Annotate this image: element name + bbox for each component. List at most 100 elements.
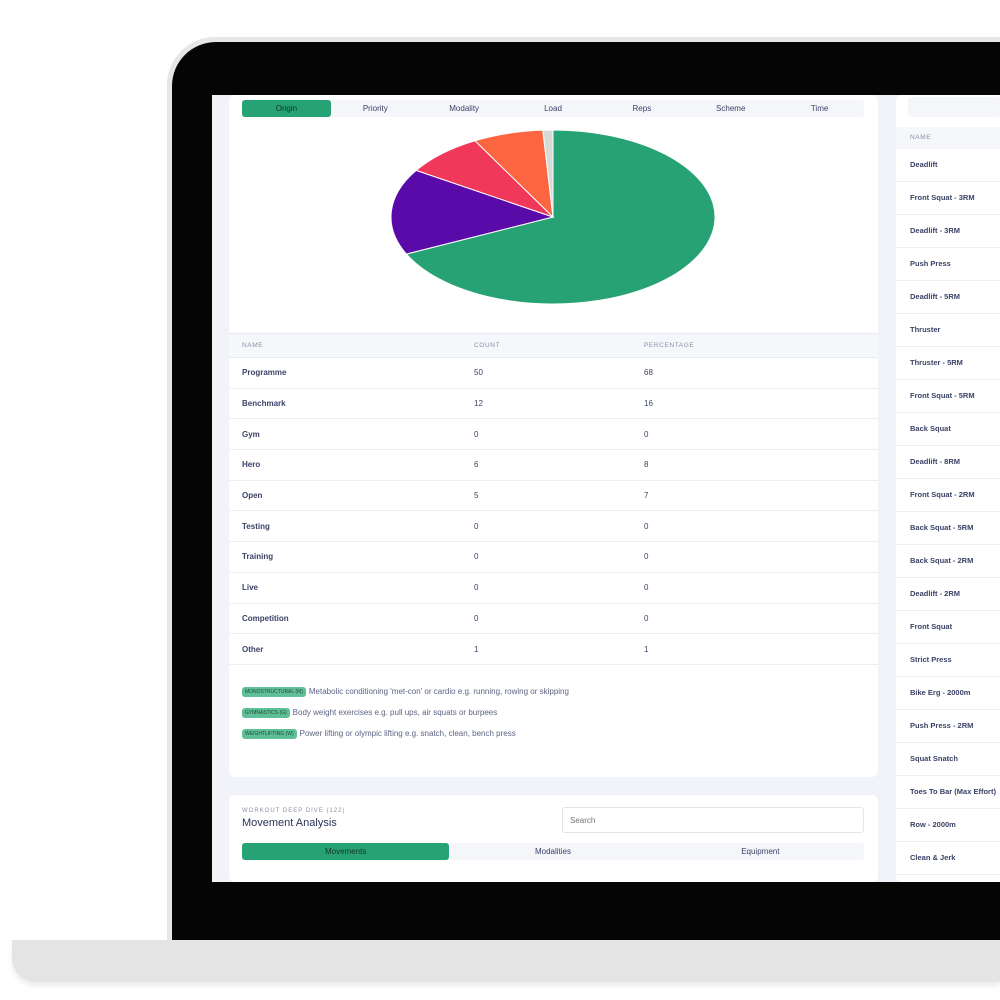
list-item[interactable]: Deadlift: [896, 149, 1000, 182]
cell-name: Hero: [229, 449, 474, 481]
list-item[interactable]: Thruster - 5RM: [896, 347, 1000, 380]
table-row: Competition 0 0: [229, 603, 878, 635]
list-item[interactable]: Push Press - 2RM: [896, 710, 1000, 743]
cell-count: 12: [474, 388, 644, 420]
search-input[interactable]: [562, 807, 864, 833]
col-name: NAME: [229, 333, 474, 358]
movement-list: Deadlift Front Squat - 3RM Deadlift - 3RM P…: [896, 149, 1000, 875]
list-item[interactable]: Squat Snatch: [896, 743, 1000, 776]
app-screen: Origin Priority Modality Load Reps Scheme Time…: [212, 95, 1000, 882]
list-item[interactable]: Front Squat - 3RM: [896, 182, 1000, 215]
list-header: NAME: [896, 127, 1000, 149]
table-row: Open 5 7: [229, 480, 878, 512]
cell-percentage: 68: [644, 357, 878, 389]
cell-count: 0: [474, 572, 644, 604]
cell-name: Open: [229, 480, 474, 512]
cell-name: Other: [229, 633, 474, 665]
cell-name: Training: [229, 541, 474, 573]
list-item[interactable]: Front Squat - 2RM: [896, 479, 1000, 512]
list-item[interactable]: Deadlift - 5RM: [896, 281, 1000, 314]
table-row: Gym 0 0: [229, 418, 878, 451]
origin-tabs: Origin Priority Modality Load Reps Scheme Time: [242, 100, 864, 117]
table-row: Other 1 1: [229, 633, 878, 665]
legend-item: Weightlifting (W) Power lifting or olympi…: [242, 729, 569, 739]
col-count: COUNT: [474, 333, 644, 358]
tab-time[interactable]: Time: [775, 100, 864, 117]
movement-analysis-card: WORKOUT DEEP DIVE (122) Movement Analysi…: [229, 795, 878, 882]
cell-name: Programme: [229, 357, 474, 389]
list-item[interactable]: Front Squat - 5RM: [896, 380, 1000, 413]
cell-count: 0: [474, 418, 644, 451]
tab-scheme[interactable]: Scheme: [686, 100, 775, 117]
origin-pie-chart: [390, 129, 716, 305]
modality-badge: Monostructural (M): [242, 687, 306, 697]
tab-modality[interactable]: Modality: [420, 100, 509, 117]
cell-percentage: 0: [644, 603, 878, 635]
eyebrow: WORKOUT DEEP DIVE (122): [242, 808, 346, 814]
list-item[interactable]: Back Squat: [896, 413, 1000, 446]
list-item[interactable]: Push Press: [896, 248, 1000, 281]
cell-name: Testing: [229, 510, 474, 543]
cell-percentage: 0: [644, 510, 878, 543]
cell-name: Competition: [229, 603, 474, 635]
tab-modalities[interactable]: Modalities: [449, 843, 656, 860]
cell-count: 50: [474, 357, 644, 389]
modality-badge: Gymnastics (G): [242, 708, 290, 718]
modality-legend: Monostructural (M) Metabolic conditioning…: [242, 687, 569, 750]
list-item[interactable]: Toes To Bar (Max Effort): [896, 776, 1000, 809]
cell-count: 5: [474, 480, 644, 512]
cell-percentage: 0: [644, 572, 878, 604]
cell-count: 0: [474, 603, 644, 635]
movement-tabs: Movements Modalities Equipment: [242, 843, 864, 860]
cell-name: Benchmark: [229, 388, 474, 420]
list-item[interactable]: Back Squat - 5RM: [896, 512, 1000, 545]
table-row: Programme 50 68: [229, 357, 878, 389]
list-item[interactable]: Deadlift - 8RM: [896, 446, 1000, 479]
legend-item: Monostructural (M) Metabolic conditioning…: [242, 687, 569, 697]
table-row: Hero 6 8: [229, 449, 878, 481]
list-item[interactable]: Front Squat: [896, 611, 1000, 644]
tab-reps[interactable]: Reps: [597, 100, 686, 117]
tab-load[interactable]: Load: [509, 100, 598, 117]
cell-percentage: 7: [644, 480, 878, 512]
table-row: Training 0 0: [229, 541, 878, 573]
list-item[interactable]: Clean & Jerk: [896, 842, 1000, 875]
cell-percentage: 0: [644, 541, 878, 573]
legend-text: Body weight exercises e.g. pull ups, air…: [292, 708, 498, 718]
laptop-base: [12, 940, 1000, 982]
cell-count: 1: [474, 633, 644, 665]
section-title: Movement Analysis: [242, 817, 337, 829]
list-item[interactable]: Deadlift - 2RM: [896, 578, 1000, 611]
list-search-input[interactable]: [908, 97, 1000, 117]
origin-table: NAME COUNT PERCENTAGE Programme 50 68 Bench…: [229, 333, 878, 665]
legend-item: Gymnastics (G) Body weight exercises e.g.…: [242, 708, 569, 718]
cell-percentage: 1: [644, 633, 878, 665]
cell-name: Live: [229, 572, 474, 604]
tab-priority[interactable]: Priority: [331, 100, 420, 117]
tab-equipment[interactable]: Equipment: [657, 843, 864, 860]
list-item[interactable]: Row - 2000m: [896, 809, 1000, 842]
list-item[interactable]: Bike Erg - 2000m: [896, 677, 1000, 710]
table-row: Testing 0 0: [229, 510, 878, 543]
cell-count: 0: [474, 541, 644, 573]
col-percentage: PERCENTAGE: [644, 333, 878, 358]
cell-percentage: 16: [644, 388, 878, 420]
list-item[interactable]: Thruster: [896, 314, 1000, 347]
modality-badge: Weightlifting (W): [242, 729, 297, 739]
cell-name: Gym: [229, 418, 474, 451]
list-item[interactable]: Back Squat - 2RM: [896, 545, 1000, 578]
legend-text: Metabolic conditioning 'met-con' or card…: [308, 687, 569, 697]
list-item[interactable]: Deadlift - 3RM: [896, 215, 1000, 248]
legend-text: Power lifting or olympic lifting e.g. sn…: [299, 729, 516, 739]
cell-percentage: 8: [644, 449, 878, 481]
table-row: Live 0 0: [229, 572, 878, 604]
cell-count: 0: [474, 510, 644, 543]
list-item[interactable]: Strict Press: [896, 644, 1000, 677]
tab-movements[interactable]: Movements: [242, 843, 450, 860]
cell-percentage: 0: [644, 418, 878, 451]
table-row: Benchmark 12 16: [229, 388, 878, 420]
cell-count: 6: [474, 449, 644, 481]
tab-origin[interactable]: Origin: [242, 100, 331, 117]
movement-list-card: NAME Deadlift Front Squat - 3RM Deadlift -…: [896, 95, 1000, 882]
origin-card: Origin Priority Modality Load Reps Scheme Time…: [229, 95, 878, 777]
